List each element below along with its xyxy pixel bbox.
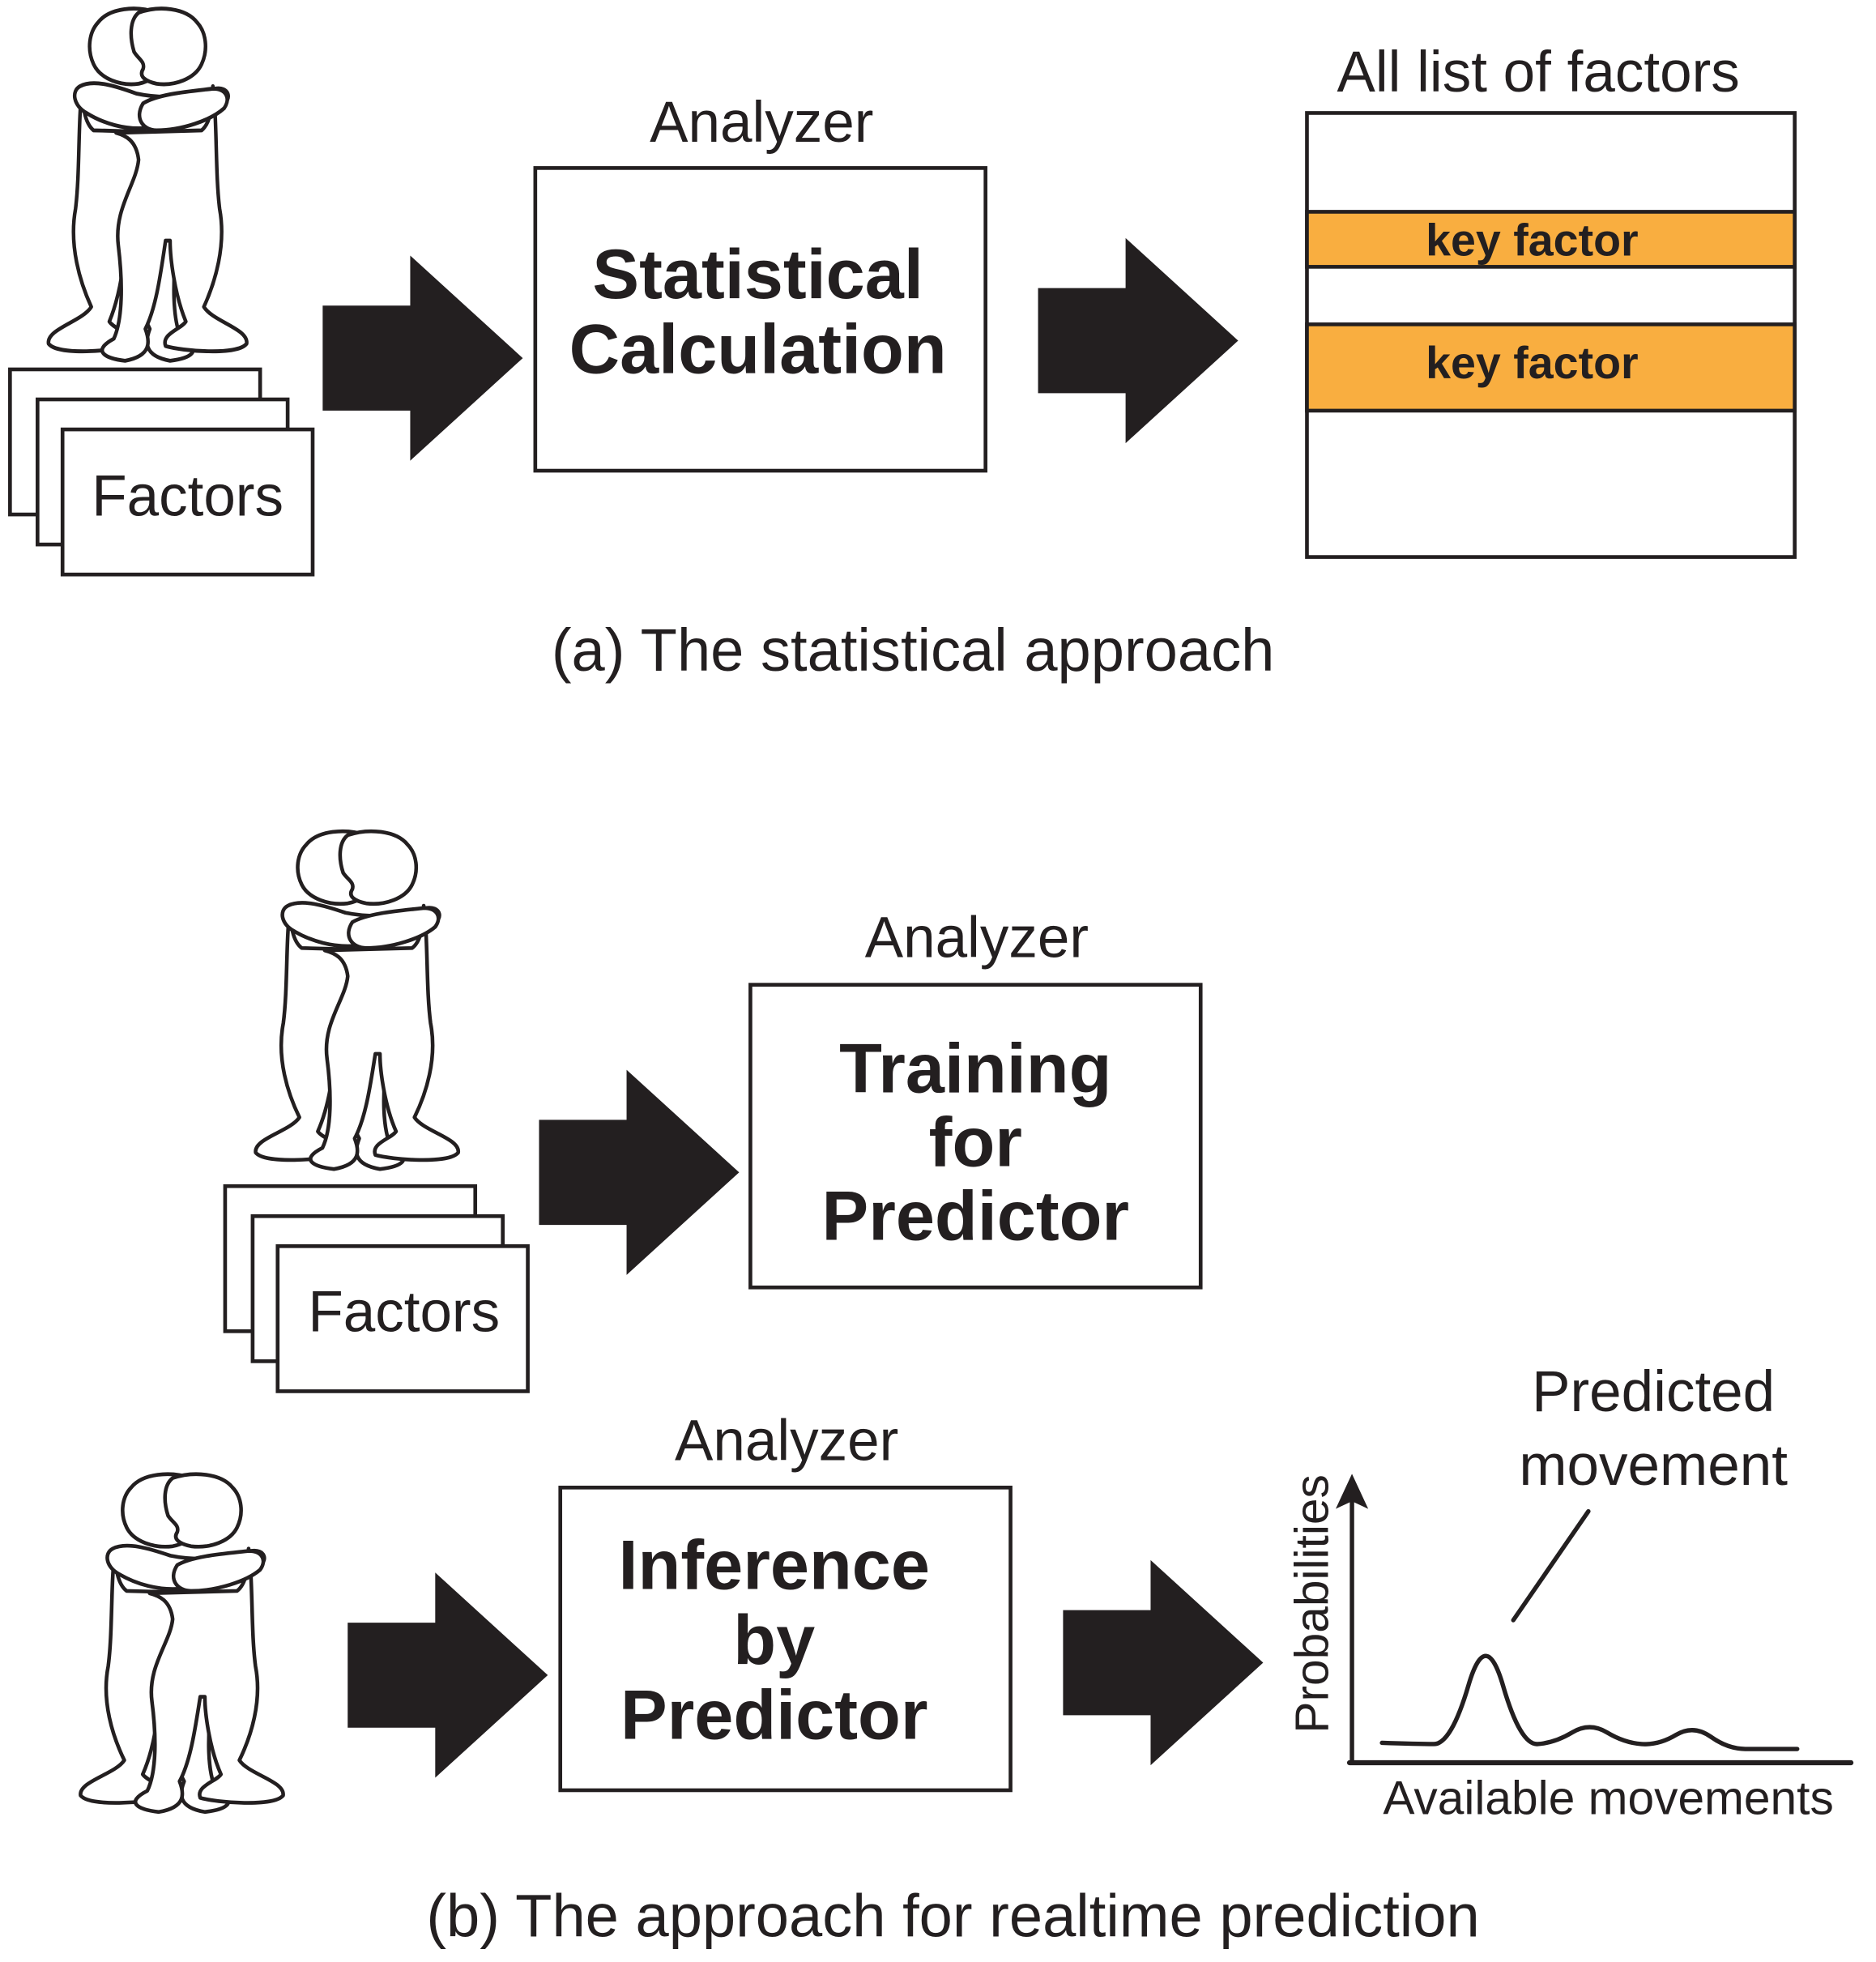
factors-cards-b: Factors xyxy=(225,1186,528,1391)
x-axis-label: Available movements xyxy=(1383,1772,1833,1824)
analyzer-label-b1: Analyzer xyxy=(865,906,1089,970)
factors-cards-a: Factors xyxy=(10,369,313,574)
factors-label-b: Factors xyxy=(308,1280,500,1344)
inference-box-line-2: by xyxy=(733,1602,815,1679)
probability-chart: Predicted movement Probabilities Availab… xyxy=(1286,1360,1854,1824)
people-figure-a xyxy=(49,9,247,361)
people-figure-b2 xyxy=(80,1474,283,1812)
arrow-a1 xyxy=(322,255,523,461)
annotation-line-1: Predicted xyxy=(1532,1360,1775,1424)
arrow-b1 xyxy=(539,1069,740,1275)
annotation-leader-line xyxy=(1511,1508,1591,1623)
analyzer-box-line-2: Calculation xyxy=(569,311,947,389)
y-axis-label: Probabilities xyxy=(1286,1474,1339,1734)
key-factor-label: key factor xyxy=(1426,215,1639,265)
panel-b-inference: Analyzer Inference by Predictor Predicte… xyxy=(80,1360,1854,1950)
inference-box-line-1: Inference xyxy=(619,1526,930,1604)
analyzer-box-line-1: Statistical xyxy=(592,236,923,313)
arrow-b3 xyxy=(1063,1559,1264,1766)
people-figure-b1 xyxy=(256,831,458,1169)
caption-a: (a) The statistical approach xyxy=(552,616,1274,684)
panel-a: Factors Analyzer Statistical Calculation… xyxy=(10,9,1797,684)
annotation-line-2: movement xyxy=(1519,1434,1788,1498)
caption-b: (b) The approach for realtime prediction xyxy=(426,1883,1479,1950)
analyzer-label-a: Analyzer xyxy=(650,91,873,155)
diagram-canvas: Factors Analyzer Statistical Calculation… xyxy=(0,0,1854,1950)
training-box-line-1: Training xyxy=(839,1030,1111,1107)
analyzer-label-b2: Analyzer xyxy=(675,1409,898,1473)
factors-label-a: Factors xyxy=(92,465,284,529)
factor-list: key factor key factor xyxy=(1305,111,1797,559)
training-box-line-3: Predictor xyxy=(822,1178,1130,1256)
arrow-b2 xyxy=(347,1572,548,1778)
training-box-line-2: for xyxy=(929,1104,1022,1182)
series-line-probability xyxy=(1379,1653,1800,1751)
list-title: All list of factors xyxy=(1337,41,1739,104)
key-factor-label: key factor xyxy=(1426,338,1639,388)
arrow-a2 xyxy=(1038,237,1239,444)
inference-box-line-3: Predictor xyxy=(620,1677,928,1755)
panel-b-training: Factors Analyzer Training for Predictor xyxy=(225,831,1203,1391)
